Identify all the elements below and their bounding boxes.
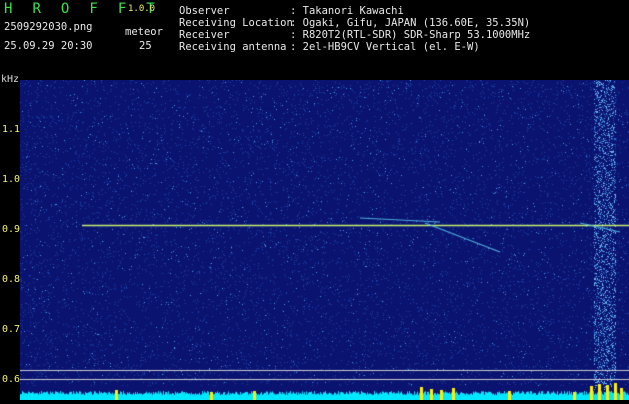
info-label-observer: Observer bbox=[179, 5, 230, 17]
spectrogram bbox=[20, 80, 629, 400]
meteor-label: meteor bbox=[125, 26, 163, 38]
info-value-antenna: : 2el-HB9CV Vertical (el. E-W) bbox=[290, 41, 480, 53]
freq-tick-label: 1.0 bbox=[2, 174, 21, 185]
info-label-antenna: Receiving antenna bbox=[179, 41, 287, 53]
header-panel: H R O F F T 1.0.0 2509292030.png 25.09.2… bbox=[0, 0, 629, 72]
meteor-count: 25 bbox=[139, 40, 152, 52]
info-label-location: Receiving Location bbox=[179, 17, 293, 29]
freq-tick-label: 0.6 bbox=[2, 374, 21, 385]
capture-datetime: 25.09.29 20:30 bbox=[4, 40, 93, 52]
freq-tick-label: 0.7 bbox=[2, 324, 21, 335]
freq-tick-label: 0.9 bbox=[2, 224, 21, 235]
info-value-location: : Ogaki, Gifu, JAPAN (136.60E, 35.35N) bbox=[290, 17, 531, 29]
info-value-receiver: : R820T2(RTL-SDR) SDR-Sharp 53.1000MHz bbox=[290, 29, 531, 41]
info-value-observer: : Takanori Kawachi bbox=[290, 5, 404, 17]
freq-tick-label: 1.1 bbox=[2, 124, 21, 135]
spectrogram-canvas bbox=[20, 80, 629, 400]
app-version: 1.0.0 bbox=[128, 4, 156, 14]
info-label-receiver: Receiver bbox=[179, 29, 230, 41]
freq-tick-label: 0.8 bbox=[2, 274, 21, 285]
unit-label: kHz bbox=[1, 74, 20, 85]
image-filename: 2509292030.png bbox=[4, 21, 93, 33]
